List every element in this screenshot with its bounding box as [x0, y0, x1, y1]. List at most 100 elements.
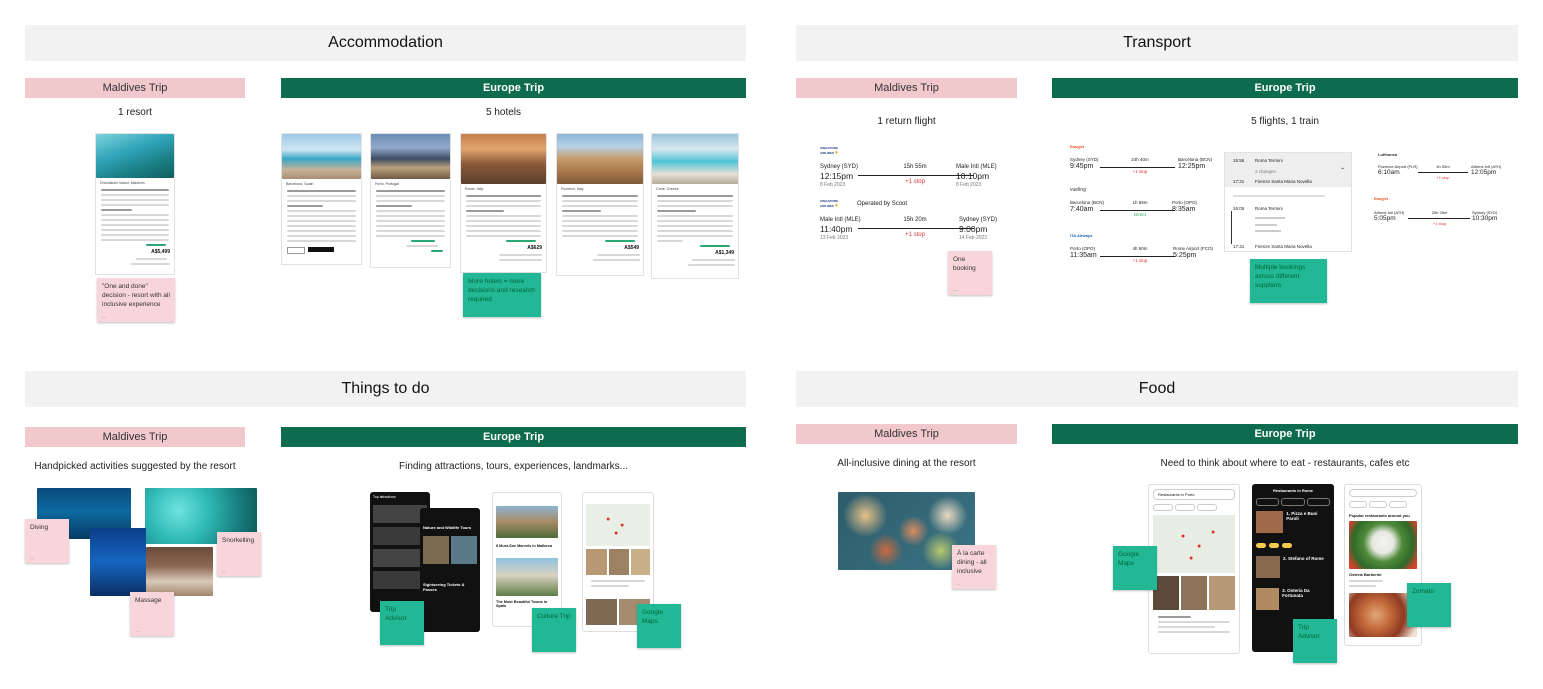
search-input[interactable]: [1349, 489, 1417, 497]
train-changes: 2 changes: [1255, 169, 1276, 174]
dep-time: 11:35am: [1070, 252, 1097, 259]
airline-logo-icon: Easyjet: [1374, 196, 1389, 201]
dep-date: 13 Feb 2023: [820, 235, 849, 241]
ta-result[interactable]: 3. Osteria Da Fortunata: [1256, 588, 1330, 610]
hotel-image: [652, 134, 738, 184]
train-arr-station: Firenze Santa Maria Novella: [1255, 179, 1312, 184]
airline-logo-icon: SINGAPORE AIRLINES ♦: [820, 199, 839, 209]
hotel-image: [371, 134, 450, 179]
hotel-card-florence[interactable]: Florence, Italy A$549: [556, 133, 644, 276]
train-option-1[interactable]: 15:55 Roma Termini 2 changes 17:31 Firen…: [1225, 153, 1351, 187]
ta-list: [373, 505, 427, 589]
map-view[interactable]: ● ● ●: [586, 504, 650, 546]
hotel-card-barcelona[interactable]: Barcelona, Spain: [281, 133, 362, 265]
dep-city: Porto (OPO): [1070, 246, 1096, 251]
tripadvisor-screen-2[interactable]: Nature and Wildlife Tours Sightseeing Ti…: [420, 508, 480, 632]
dep-city: Sydney (SYD): [820, 164, 859, 170]
train-booking-card[interactable]: 15:55 Roma Termini 2 changes 17:31 Firen…: [1224, 152, 1352, 252]
filter-chips[interactable]: [1349, 501, 1417, 508]
route-line: [858, 228, 974, 229]
note-diving: Diving ----: [25, 519, 69, 563]
section-title: Accommodation: [328, 34, 443, 51]
hotel-location: Rome, Italy: [465, 187, 484, 191]
chevron-up-icon[interactable]: ⌃: [1340, 167, 1345, 174]
app-label-tripadvisor: Trip Advisor ----: [380, 601, 424, 645]
arr-time: 12:25pm: [1178, 163, 1206, 170]
dep-city: Male Intl (MLE): [820, 217, 861, 223]
europe-flight-5[interactable]: Easyjet Athens Intl (ATH) 5:05pm 20h 25m…: [1374, 196, 1508, 230]
return-flight-inbound[interactable]: SINGAPORE AIRLINES ♦ Operated by Scoot M…: [820, 199, 1000, 244]
europe-flight-2[interactable]: vueling Barcelona (BCN) 7:40am 1h 55m Di…: [1070, 187, 1220, 221]
train-arr-time: 17:31: [1233, 179, 1245, 184]
ta-result[interactable]: 2. Stefano of Rome: [1256, 556, 1330, 578]
dep-time: 9:45pm: [1070, 163, 1094, 170]
section-title: Things to do: [341, 380, 430, 397]
app-label-zomato: Zomato ----: [1407, 583, 1451, 627]
ta-item-title: 1. Pizza e Buoi Paroli: [1286, 511, 1318, 521]
train-detail-line: [1255, 224, 1277, 226]
arr-time: 8:35am: [1172, 206, 1196, 213]
airline-logo-icon: Easyjet: [1070, 144, 1085, 149]
culture-image: [496, 506, 558, 538]
ta-title: Restaurants in Rome: [1272, 488, 1313, 493]
caption-food-maldives: All-inclusive dining at the resort: [837, 458, 976, 469]
note-multiple-bookings: Multiple bookings across different suppl…: [1250, 259, 1327, 303]
arr-time: 10:30pm: [1472, 215, 1498, 222]
ta-heading: Sightseeing Tickets & Passes: [423, 582, 465, 592]
hotel-card-rome[interactable]: Rome, Italy A$629: [460, 133, 547, 273]
section-transport-header: Transport: [796, 25, 1518, 61]
app-label-googlemaps-food: Google Maps ----: [1113, 546, 1157, 590]
section-title: Transport: [1123, 34, 1191, 51]
stops: +1 stop: [1432, 221, 1447, 226]
stops: +1 stop: [905, 232, 925, 238]
massage-photo: [146, 547, 213, 596]
train-arr-time: 17:31: [1233, 244, 1245, 249]
resort-listing-card[interactable]: Dhonakulhi Island, Maldives A$5,499: [95, 133, 175, 275]
zomato-item-title: Osteria Barberini: [1349, 572, 1382, 577]
arr-date: 14 Feb 2023: [959, 235, 988, 241]
europe-bar-accommodation: Europe Trip: [281, 78, 746, 98]
duration: 15h 20m: [903, 217, 927, 223]
caption-acc-maldives: 1 resort: [118, 107, 152, 118]
map-view[interactable]: ● ● ● ●: [1153, 515, 1235, 573]
stops: +1 stop: [1436, 175, 1450, 180]
filter-chips[interactable]: [1153, 504, 1235, 511]
airline-logo-icon: ITA Airways: [1070, 233, 1093, 238]
europe-flight-4[interactable]: Lufthansa Florence Airport (FLR) 6:10am …: [1378, 152, 1508, 182]
arr-city: Male Intl (MLE): [956, 164, 997, 170]
culturetrip-screen[interactable]: 8 Must-See Marvels in Mallorca The Most …: [492, 492, 562, 627]
maldives-bar-things: Maldives Trip: [25, 427, 245, 447]
map-pin-icon: ●: [1189, 555, 1194, 562]
ta-item-title: 3. Osteria Da Fortunata: [1282, 588, 1310, 598]
train-route-line: [1231, 211, 1232, 244]
duration: 20h 25m: [1431, 210, 1448, 215]
filter-chips[interactable]: [1256, 498, 1330, 506]
europe-flight-3[interactable]: ITA Airways Porto (OPO) 11:35am 4h 50m +…: [1070, 233, 1220, 267]
ta-item-title: 2. Stefano of Rome: [1283, 556, 1324, 561]
hotel-card-porto[interactable]: Porto, Portugal: [370, 133, 451, 268]
return-flight-outbound[interactable]: SINGAPORE AIRLINES ♦ Sydney (SYD) 12:15p…: [820, 146, 1000, 191]
note-snorkelling: Snorkelling ----: [217, 532, 261, 576]
hotel-price: A$629: [527, 245, 542, 251]
stops: +1 stop: [1132, 169, 1148, 174]
route-line: [1100, 210, 1175, 211]
train-dep-time: 15:55: [1233, 158, 1245, 163]
stops: Direct: [1134, 212, 1146, 217]
duration: 1h 55m: [1132, 200, 1148, 205]
googlemaps-food-screen[interactable]: Restaurants in Porto ● ● ● ●: [1148, 484, 1240, 654]
hotel-location: Porto, Portugal: [375, 182, 399, 186]
culture-headline: The Most Beautiful Towns in Spain: [496, 600, 548, 608]
search-input[interactable]: Restaurants in Porto: [1153, 489, 1235, 500]
maldives-bar-transport: Maldives Trip: [796, 78, 1017, 98]
zomato-heading: Popular restaurants around you: [1349, 513, 1410, 518]
map-pin-icon: ●: [606, 516, 611, 523]
route-line: [1100, 256, 1175, 257]
caption-food-europe: Need to think about where to eat - resta…: [1160, 458, 1410, 469]
europe-bar-transport: Europe Trip: [1052, 78, 1518, 98]
ta-heading: Top attractions: [373, 495, 396, 499]
hotel-card-crete[interactable]: Crete, Greece A$1,349: [651, 133, 739, 279]
caption-things-europe: Finding attractions, tours, experiences,…: [399, 461, 628, 472]
ta-result[interactable]: 1. Pizza e Buoi Paroli: [1256, 511, 1330, 533]
europe-flight-1[interactable]: Easyjet Sydney (SYD) 9:45pm 24h 40m +1 s…: [1070, 144, 1220, 178]
section-accommodation-header: Accommodation: [25, 25, 746, 61]
